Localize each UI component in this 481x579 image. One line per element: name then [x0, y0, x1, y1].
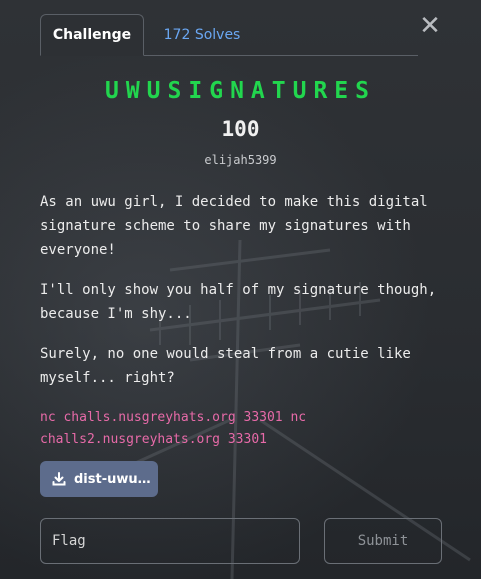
download-label: dist-uwu… [74, 471, 151, 487]
tab-bar: Challenge 172 Solves [40, 14, 418, 56]
description-paragraph: I'll only show you half of my signature … [40, 282, 437, 322]
challenge-modal: Challenge 172 Solves ✕ UWUSIGNATURES 100… [0, 0, 481, 579]
download-button[interactable]: dist-uwu… [40, 461, 158, 497]
description-paragraph: As an uwu girl, I decided to make this d… [40, 194, 428, 258]
tab-challenge[interactable]: Challenge [40, 14, 144, 56]
flag-input[interactable] [40, 518, 300, 564]
challenge-points: 100 [221, 117, 260, 141]
description-paragraph: Surely, no one would steal from a cutie … [40, 346, 411, 386]
tab-solves[interactable]: 172 Solves [152, 14, 252, 56]
challenge-author: elijah5399 [204, 153, 277, 167]
connection-info: nc challs.nusgreyhats.org 33301 nc chall… [40, 410, 307, 447]
challenge-title: UWUSIGNATURES [104, 78, 376, 104]
submit-button[interactable]: Submit [324, 518, 442, 564]
close-icon[interactable]: ✕ [418, 13, 442, 39]
challenge-description: As an uwu girl, I decided to make this d… [40, 190, 440, 406]
download-icon [52, 472, 66, 486]
